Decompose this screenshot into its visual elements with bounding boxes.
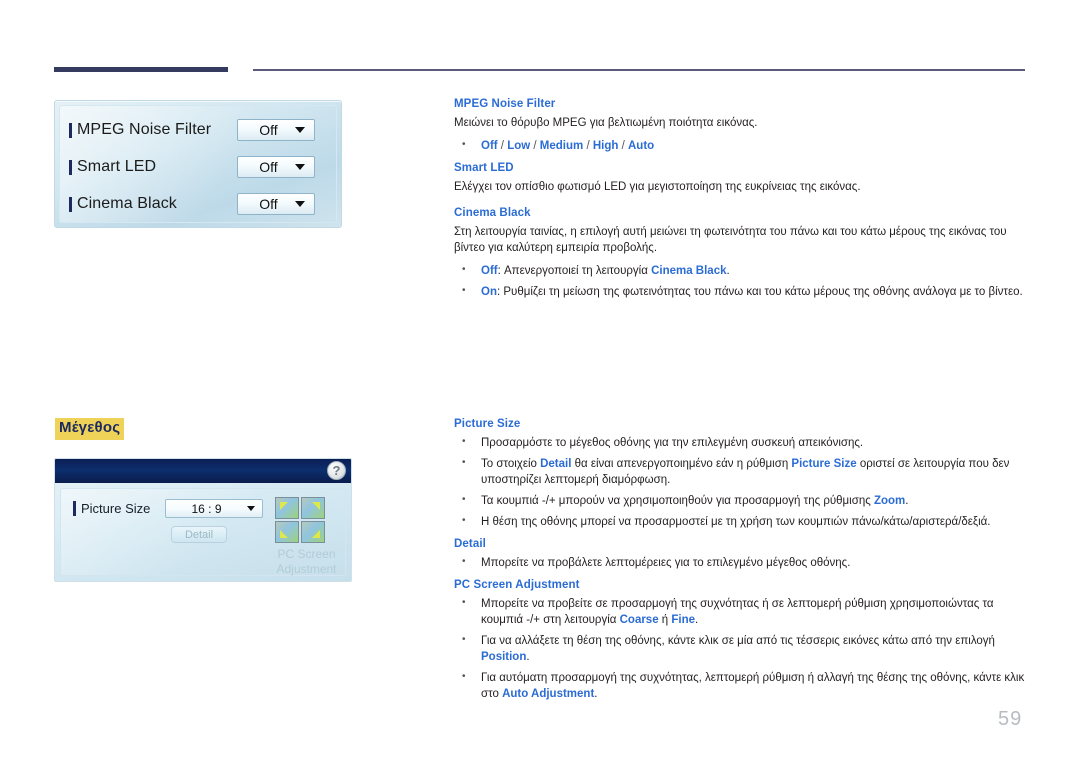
osd-picture-size-panel: ? Picture Size 16 : 9 Detail PC Screen A… — [54, 458, 352, 582]
osd-dropdown-value: Off — [259, 196, 278, 212]
body-mpeg-noise-filter: Μειώνει το θόρυβο MPEG για βελτιωμένη πο… — [454, 117, 758, 129]
option-low: Low — [507, 140, 531, 152]
pc-screen-adjustment-label: PC Screen Adjustment — [259, 547, 351, 577]
text-fragment: Για να αλλάξετε τη θέση της οθόνης, κάντ… — [481, 635, 995, 647]
text-fragment: : Ρυθμίζει τη μείωση της φωτεινότητας το… — [496, 286, 1023, 298]
position-cell-top-left[interactable] — [275, 497, 299, 519]
header-rule-thin — [253, 69, 1025, 71]
text-fragment: Τα κουμπιά -/+ μπορούν να χρησιμοποιηθού… — [481, 495, 874, 507]
text-fragment: . — [905, 495, 909, 507]
osd-row-cinema-black: Cinema Black Off — [69, 189, 331, 219]
link-zoom: Zoom — [873, 495, 906, 507]
link-coarse: Coarse — [619, 614, 659, 626]
osd-row-picture-size: Picture Size — [73, 501, 150, 516]
position-cell-bottom-left[interactable] — [275, 521, 299, 543]
pc-screen-adjustment-line2: Adjustment — [276, 562, 337, 576]
osd-dropdown-value: Off — [259, 159, 278, 175]
osd-dropdown-value: 16 : 9 — [191, 501, 222, 516]
list-item: Για αυτόματη προσαρμογή της συχνότητας, … — [454, 669, 1026, 702]
list-item: Προσαρμόστε το μέγεθος οθόνης για την επ… — [454, 434, 1026, 451]
body-smart-led: Ελέγχει τον οπίσθιο φωτισμό LED για μεγι… — [454, 181, 861, 193]
chevron-down-icon — [295, 164, 305, 170]
text-fragment: . — [594, 688, 598, 700]
list-item: On: Ρυθμίζει τη μείωση της φωτεινότητας … — [454, 283, 1026, 300]
osd-dropdown-cinema-black[interactable]: Off — [237, 193, 315, 215]
list-detail: Μπορείτε να προβάλετε λεπτομέρειες για τ… — [454, 554, 1026, 571]
list-item: Η θέση της οθόνης μπορεί να προσαρμοστεί… — [454, 513, 1026, 530]
text-fragment: ή — [658, 614, 672, 626]
link-position: Position — [481, 651, 527, 663]
list-item: Μπορείτε να προβείτε σε προσαρμογή της σ… — [454, 595, 1026, 628]
osd-picture-options-panel: MPEG Noise Filter Off Smart LED Off Cine… — [54, 100, 342, 228]
list-item: Off: Απενεργοποιεί τη λειτουργία Cinema … — [454, 262, 1026, 279]
heading-cinema-black: Cinema Black — [454, 207, 531, 219]
list-mpeg-noise-filter-options: Off / Low / Medium / High / Auto — [454, 137, 1026, 154]
heading-detail: Detail — [454, 538, 486, 550]
text-fragment: Μπορείτε να προβείτε σε προσαρμογή της σ… — [481, 598, 994, 626]
list-picture-size: Προσαρμόστε το μέγεθος οθόνης για την επ… — [454, 434, 1026, 530]
heading-pc-screen-adjustment: PC Screen Adjustment — [454, 579, 580, 591]
osd-label-mpeg-noise-filter: MPEG Noise Filter — [77, 121, 212, 138]
doc-section-picture-options: MPEG Noise Filter Μειώνει το θόρυβο MPEG… — [454, 98, 1026, 308]
text-fragment: : Απενεργοποιεί τη λειτουργία — [497, 265, 652, 277]
option-off: Off — [481, 265, 498, 277]
list-item: Off / Low / Medium / High / Auto — [454, 137, 1026, 154]
osd-dropdown-mpeg-noise-filter[interactable]: Off — [237, 119, 315, 141]
text-fragment: . — [695, 614, 699, 626]
chevron-down-icon — [295, 127, 305, 133]
list-item: Το στοιχείο Detail θα είναι απενεργοποιη… — [454, 455, 1026, 488]
list-pc-screen-adjustment: Μπορείτε να προβείτε σε προσαρμογή της σ… — [454, 595, 1026, 702]
osd-title-bar: ? — [55, 459, 351, 483]
option-off: Off — [481, 140, 498, 152]
osd-picture-size-body: Picture Size 16 : 9 Detail PC Screen Adj… — [60, 488, 346, 576]
option-high: High — [592, 140, 619, 152]
text-fragment: . — [526, 651, 530, 663]
header-rule-thick — [54, 67, 228, 72]
list-cinema-black-options: Off: Απενεργοποιεί τη λειτουργία Cinema … — [454, 262, 1026, 300]
text-fragment: Το στοιχείο — [481, 458, 541, 470]
osd-row-mpeg-noise-filter: MPEG Noise Filter Off — [69, 115, 331, 145]
page-number: 59 — [998, 708, 1023, 730]
detail-button[interactable]: Detail — [171, 526, 227, 543]
link-fine: Fine — [671, 614, 696, 626]
link-picture-size: Picture Size — [791, 458, 857, 470]
bullet-bar-icon — [69, 159, 72, 175]
doc-section-picture-size: Picture Size Προσαρμόστε το μέγεθος οθόν… — [454, 418, 1026, 710]
text-fragment: θα είναι απενεργοποιημένο εάν η ρύθμιση — [571, 458, 792, 470]
bullet-bar-icon — [69, 122, 72, 138]
body-cinema-black: Στη λειτουργία ταινίας, η επιλογή αυτή μ… — [454, 226, 1007, 254]
option-auto: Auto — [628, 140, 655, 152]
osd-label-smart-led: Smart LED — [77, 158, 157, 175]
osd-label-cinema-black: Cinema Black — [77, 195, 177, 212]
link-cinema-black: Cinema Black — [651, 265, 727, 277]
list-item: Μπορείτε να προβάλετε λεπτομέρειες για τ… — [454, 554, 1026, 571]
link-auto-adjustment: Auto Adjustment — [502, 688, 595, 700]
option-on: On — [481, 286, 497, 298]
bullet-bar-icon — [69, 196, 72, 212]
bullet-bar-icon — [73, 501, 76, 516]
link-detail: Detail — [540, 458, 572, 470]
question-mark-icon[interactable]: ? — [327, 461, 346, 480]
chevron-down-icon — [295, 201, 305, 207]
osd-dropdown-value: Off — [259, 122, 278, 138]
list-item: Τα κουμπιά -/+ μπορούν να χρησιμοποιηθού… — [454, 492, 1026, 509]
option-medium: Medium — [539, 140, 584, 152]
pc-screen-adjustment-line1: PC Screen — [277, 547, 336, 561]
text-fragment: . — [726, 265, 730, 277]
osd-dropdown-smart-led[interactable]: Off — [237, 156, 315, 178]
chevron-down-icon — [247, 506, 255, 511]
heading-picture-size: Picture Size — [454, 418, 521, 430]
heading-mpeg-noise-filter: MPEG Noise Filter — [454, 98, 556, 110]
osd-row-smart-led: Smart LED Off — [69, 152, 331, 182]
section-heading-megethos: Μέγεθος — [55, 418, 125, 440]
osd-dropdown-picture-size[interactable]: 16 : 9 — [165, 499, 263, 518]
osd-label-picture-size: Picture Size — [81, 501, 151, 516]
position-cell-bottom-right[interactable] — [301, 521, 325, 543]
list-item: Για να αλλάξετε τη θέση της οθόνης, κάντ… — [454, 632, 1026, 665]
position-selector-grid[interactable] — [275, 497, 325, 543]
heading-smart-led: Smart LED — [454, 162, 514, 174]
position-cell-top-right[interactable] — [301, 497, 325, 519]
